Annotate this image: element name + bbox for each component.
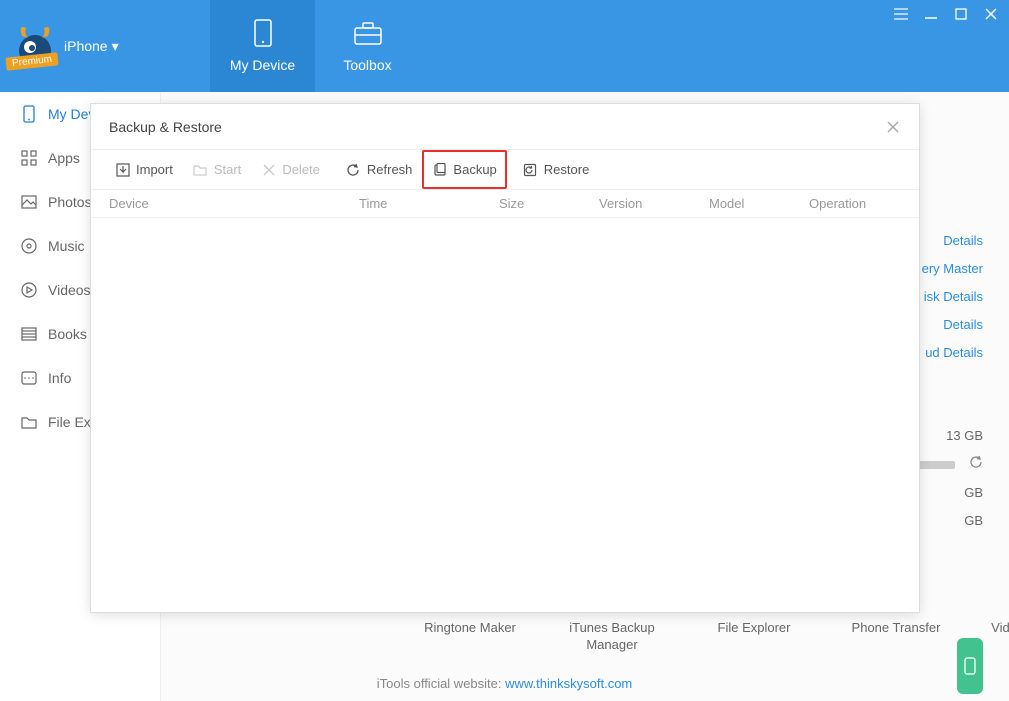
footer: iTools official website: www.thinkskysof… (0, 676, 1009, 691)
col-device: Device (109, 196, 359, 211)
sidebar-item-label: Photos (48, 194, 92, 210)
link-details[interactable]: Details (922, 227, 983, 255)
tool-phone-transfer[interactable]: Phone Transfer (846, 619, 946, 653)
delete-label: Delete (282, 162, 320, 177)
dialog-toolbar: Import Start Delete Refresh Backup Resto… (91, 150, 919, 190)
footer-link[interactable]: www.thinkskysoft.com (505, 676, 632, 691)
chevron-down-icon: ▾ (112, 38, 119, 55)
folder-icon (20, 413, 38, 431)
music-icon (20, 237, 38, 255)
backup-restore-dialog: Backup & Restore Import Start Delete Ref… (90, 103, 920, 613)
link-disk-details[interactable]: isk Details (922, 283, 983, 311)
start-label: Start (214, 162, 241, 177)
col-operation: Operation (809, 196, 901, 211)
sidebar-item-label: Info (48, 370, 71, 386)
refresh-label: Refresh (367, 162, 413, 177)
restore-icon (523, 162, 538, 177)
refresh-icon (346, 162, 361, 177)
dialog-titlebar: Backup & Restore (91, 104, 919, 150)
tablet-icon (245, 19, 281, 47)
apps-icon (20, 149, 38, 167)
sidebar-item-label: Videos (48, 282, 91, 298)
close-icon[interactable] (983, 6, 999, 22)
photos-icon (20, 193, 38, 211)
logo-area: Premium iPhone ▾ (0, 0, 210, 92)
link-battery-master[interactable]: ery Master (922, 255, 983, 283)
sidebar-item-label: Books (48, 326, 87, 342)
device-icon (20, 105, 38, 123)
backup-icon (432, 162, 447, 177)
restore-button[interactable]: Restore (513, 156, 600, 183)
phone-icon (963, 657, 977, 675)
folder-icon (193, 162, 208, 177)
table-header-row: Device Time Size Version Model Operation (91, 190, 919, 218)
restore-label: Restore (544, 162, 590, 177)
dialog-title: Backup & Restore (109, 119, 222, 135)
detail-links: Details ery Master isk Details Details u… (922, 227, 983, 367)
nav-my-device[interactable]: My Device (210, 0, 315, 92)
tool-itunes-backup-manager[interactable]: iTunes Backup Manager (562, 619, 662, 653)
videos-icon (20, 281, 38, 299)
delete-button: Delete (251, 156, 330, 183)
refresh-storage-icon[interactable] (969, 451, 983, 479)
nav-label: Toolbox (343, 57, 391, 73)
sidebar-item-label: Music (48, 238, 85, 254)
col-time: Time (359, 196, 499, 211)
app-header: Premium iPhone ▾ My Device Toolbox (0, 0, 1009, 92)
import-label: Import (136, 162, 173, 177)
backup-label: Backup (453, 162, 496, 177)
link-icloud-details[interactable]: ud Details (922, 339, 983, 367)
dialog-close-icon[interactable] (885, 119, 901, 135)
sidebar-item-label: Apps (48, 150, 80, 166)
link-details-2[interactable]: Details (922, 311, 983, 339)
import-icon (115, 162, 130, 177)
nav-label: My Device (230, 57, 295, 73)
refresh-button[interactable]: Refresh (336, 156, 423, 183)
tool-ringtone-maker[interactable]: Ringtone Maker (420, 619, 520, 653)
start-button: Start (183, 156, 251, 183)
minimize-icon[interactable] (923, 6, 939, 22)
backup-button[interactable]: Backup (422, 150, 506, 189)
toolbox-row: Ringtone Maker iTunes Backup Manager Fil… (420, 619, 1009, 653)
hamburger-menu-icon[interactable] (893, 6, 909, 22)
col-version: Version (599, 196, 709, 211)
nav-toolbox[interactable]: Toolbox (315, 0, 420, 92)
books-icon (20, 325, 38, 343)
import-button[interactable]: Import (105, 156, 183, 183)
info-icon (20, 369, 38, 387)
tool-video-converter[interactable]: Video Converter (988, 619, 1009, 653)
tool-file-explorer[interactable]: File Explorer (704, 619, 804, 653)
col-model: Model (709, 196, 809, 211)
toolbox-icon (350, 19, 386, 47)
device-selector-label: iPhone (64, 38, 108, 54)
window-controls (893, 6, 999, 22)
footer-text: iTools official website: (377, 676, 505, 691)
delete-icon (261, 162, 276, 177)
device-selector[interactable]: iPhone ▾ (64, 38, 119, 55)
col-size: Size (499, 196, 599, 211)
maximize-icon[interactable] (953, 6, 969, 22)
